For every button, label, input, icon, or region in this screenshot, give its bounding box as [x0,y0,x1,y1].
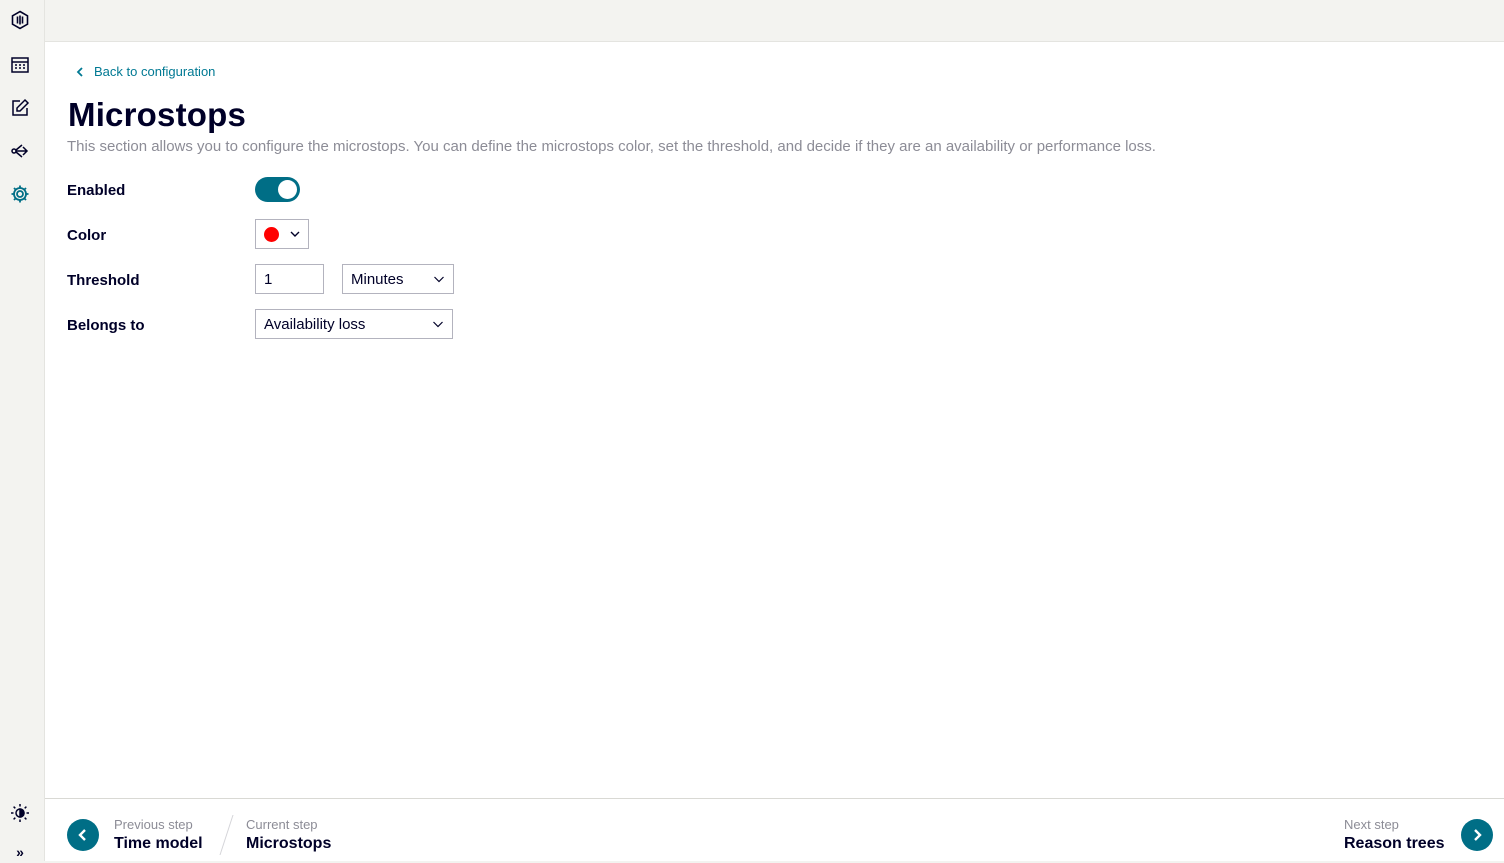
expand-chevrons-icon[interactable]: » [9,841,31,863]
edit-icon[interactable] [9,97,31,119]
current-step-caption: Current step [246,817,318,832]
next-step-caption: Next step [1344,817,1399,832]
chevron-right-icon [1474,829,1482,841]
app-logo-icon[interactable] [9,9,31,31]
step-navigation-footer: Previous step Time model Current step Mi… [45,798,1504,861]
back-link-label: Back to configuration [94,64,216,79]
step-divider [219,815,234,855]
sidebar: » [0,0,45,861]
previous-step-name[interactable]: Time model [114,835,203,853]
enabled-label: Enabled [67,182,126,199]
previous-step-caption: Previous step [114,817,193,832]
color-swatch [264,226,279,242]
calendar-icon[interactable] [9,54,31,76]
belongs-to-value: Availability loss [264,315,366,333]
back-to-configuration-link[interactable]: Back to configuration [74,64,215,79]
next-step-name[interactable]: Reason trees [1344,835,1445,853]
enabled-toggle[interactable] [255,177,300,202]
gear-icon[interactable] [9,183,31,205]
page-description: This section allows you to configure the… [67,138,1156,155]
theme-brightness-icon[interactable] [9,802,31,824]
chevron-left-icon [76,66,83,77]
previous-step-button[interactable] [67,819,99,851]
page-title: Microstops [68,96,247,133]
threshold-unit-value: Minutes [351,270,404,288]
chevron-down-icon [290,231,300,237]
share-icon[interactable] [9,140,31,162]
toggle-knob [278,180,297,199]
chevron-down-icon [434,276,444,283]
current-step-name: Microstops [246,835,332,852]
chevron-left-icon [78,829,86,841]
belongs-to-label: Belongs to [67,317,145,334]
color-picker-select[interactable] [255,219,309,249]
top-bar [45,0,1504,42]
belongs-to-select[interactable]: Availability loss [255,309,453,339]
threshold-label: Threshold [67,272,140,289]
threshold-unit-select[interactable]: Minutes [342,264,454,294]
threshold-input[interactable]: 1 [255,264,324,294]
main-content: Back to configuration Microstops This se… [45,42,1504,798]
next-step-button[interactable] [1461,819,1493,851]
chevron-down-icon [433,321,443,328]
color-label: Color [67,227,107,244]
